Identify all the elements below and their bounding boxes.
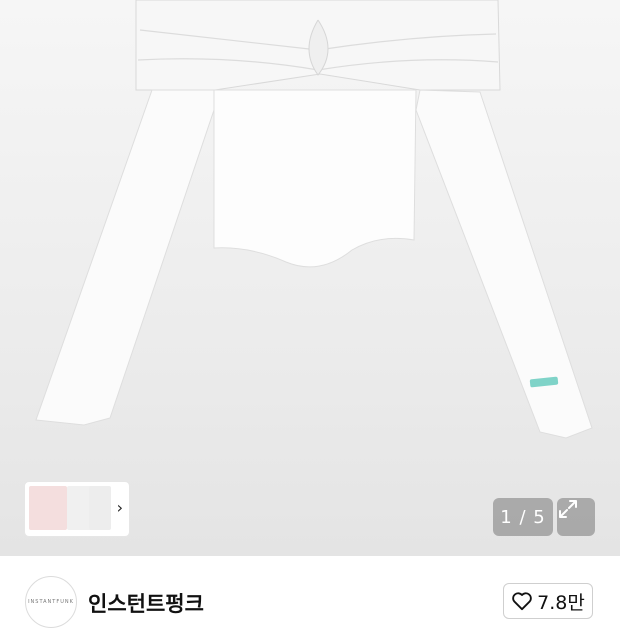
chevron-right-icon[interactable]: › [117,498,123,517]
thumbnail-strip[interactable]: › [25,482,129,536]
shop-logo[interactable]: INSTANTFUNK [25,576,77,628]
thumbnail-1[interactable] [29,486,67,530]
product-image-gallery[interactable]: › 1 / 5 [0,0,620,556]
shop-info-bar: INSTANTFUNK 인스턴트펑크 7.8만 [0,556,620,628]
shop-name[interactable]: 인스턴트펑크 [88,588,204,618]
shop-logo-text: INSTANTFUNK [28,599,74,605]
product-photo [35,0,593,439]
thumbnail-3[interactable] [89,486,111,530]
image-counter: 1 / 5 [493,498,553,536]
like-count: 7.8만 [537,591,585,614]
expand-button[interactable] [557,498,595,536]
expand-icon [559,500,577,518]
heart-icon [512,592,532,611]
like-button[interactable]: 7.8만 [503,583,593,619]
